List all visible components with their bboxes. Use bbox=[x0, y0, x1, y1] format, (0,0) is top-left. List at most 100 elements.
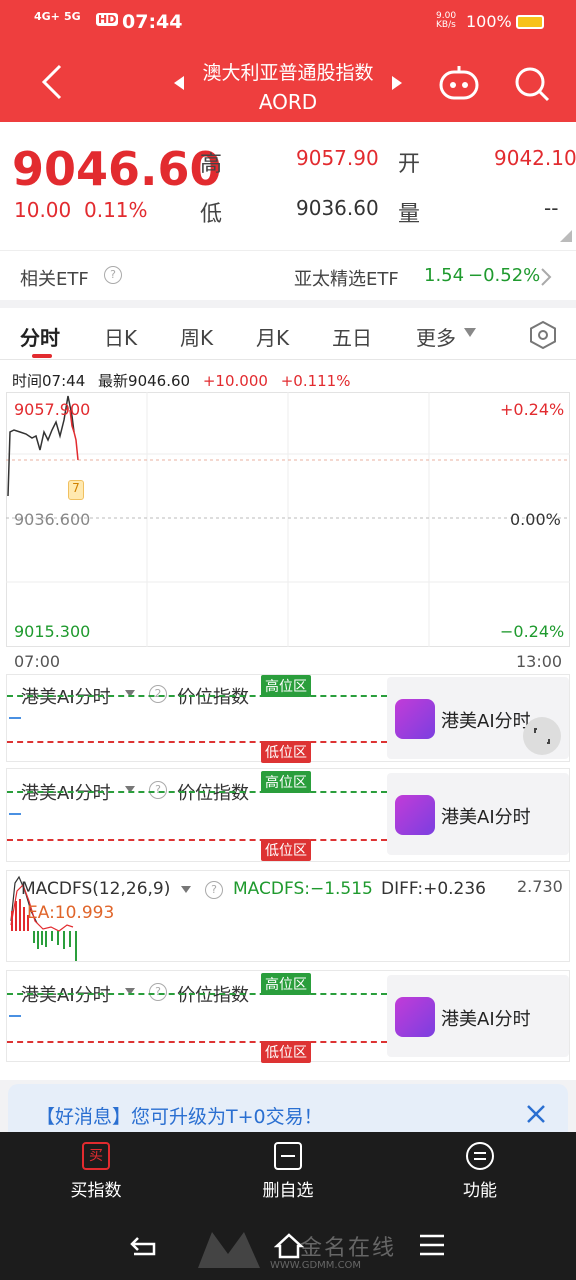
y-axis-bottom: 9015.300 bbox=[14, 622, 91, 641]
network-speed: 9.00 KB/s bbox=[436, 11, 457, 30]
high-zone-tag: 高位区 bbox=[261, 973, 311, 995]
low-zone-line bbox=[7, 1041, 387, 1043]
buy-icon: 买 bbox=[82, 1142, 110, 1170]
functions-button[interactable]: 功能 bbox=[430, 1142, 530, 1201]
remove-label: 删自选 bbox=[262, 1181, 314, 1201]
help-icon[interactable]: ? bbox=[149, 983, 167, 1001]
search-icon[interactable] bbox=[512, 64, 552, 104]
next-arrow-icon[interactable] bbox=[390, 74, 404, 92]
tab-five-day[interactable]: 五日 bbox=[332, 322, 372, 351]
quote-panel: 9046.60 10.00 0.11% 高 9057.90 开 9042.10 … bbox=[0, 122, 576, 250]
ai-logo-icon bbox=[395, 795, 435, 835]
time-label: 时间 bbox=[12, 372, 43, 390]
event-marker[interactable]: 7 bbox=[68, 480, 84, 500]
battery-percent: 100% bbox=[466, 12, 512, 31]
nav-back-icon[interactable] bbox=[128, 1232, 160, 1258]
help-icon[interactable]: ? bbox=[104, 266, 122, 284]
pct-axis-mid: 0.00% bbox=[510, 510, 561, 529]
dropdown-icon bbox=[181, 886, 191, 893]
pct-axis-top: +0.24% bbox=[500, 400, 565, 419]
tab-intraday[interactable]: 分时 bbox=[20, 322, 60, 351]
ai-card-text: 港美AI分时 bbox=[441, 711, 531, 732]
buy-label: 买指数 bbox=[70, 1181, 122, 1201]
etf-price: 1.54 bbox=[424, 265, 465, 286]
low-zone-tag: 低位区 bbox=[261, 741, 311, 763]
battery-icon bbox=[516, 15, 544, 29]
low-value: 9036.60 bbox=[296, 196, 379, 220]
back-arrow-icon[interactable] bbox=[38, 62, 68, 102]
buy-index-button[interactable]: 买 买指数 bbox=[46, 1142, 146, 1201]
latest-value: 9046.60 bbox=[128, 372, 191, 390]
ai-promo-card[interactable]: 港美AI分时 bbox=[387, 975, 569, 1057]
low-zone-tag: 低位区 bbox=[261, 839, 311, 861]
app-header: 澳大利亚普通股指数 AORD bbox=[0, 44, 576, 122]
y-axis-mid: 9036.600 bbox=[14, 510, 91, 529]
tab-more[interactable]: 更多 bbox=[416, 322, 456, 351]
help-icon[interactable]: 2 bbox=[149, 685, 167, 703]
functions-label: 功能 bbox=[463, 1181, 497, 1201]
hd-badge: HD bbox=[96, 13, 119, 26]
ai-signal-mark bbox=[9, 813, 21, 815]
high-label: 高 bbox=[200, 152, 223, 177]
price-change: 10.00 bbox=[14, 198, 72, 222]
settings-hex-icon[interactable] bbox=[528, 320, 558, 350]
ai-signal-mark bbox=[9, 717, 21, 719]
ai-card-text: 港美AI分时 bbox=[441, 1009, 531, 1030]
bottom-action-bar: 买 买指数 删自选 功能 金名在线 WWW.GDMM.COM bbox=[0, 1132, 576, 1280]
fullscreen-icon[interactable] bbox=[523, 717, 561, 755]
ai-promo-card[interactable]: 港美AI分时 bbox=[387, 773, 569, 855]
price-change-pct: 0.11% bbox=[84, 198, 148, 222]
index-code: AORD bbox=[258, 90, 318, 114]
help-icon[interactable]: ? bbox=[205, 881, 223, 899]
latest-label: 最新 bbox=[98, 372, 129, 390]
period-tabs: 分时 日K 周K 月K 五日 更多 bbox=[0, 308, 576, 360]
x-axis-start: 07:00 bbox=[14, 652, 61, 671]
active-tab-indicator bbox=[32, 354, 52, 358]
high-zone-tag: 高位区 bbox=[261, 675, 311, 697]
intraday-chart[interactable] bbox=[6, 392, 570, 648]
chart-area: 时间07:44 最新9046.60 +10.000 +0.111% 9057.9… bbox=[0, 360, 576, 1080]
volume-value: -- bbox=[544, 196, 559, 220]
info-bar: 时间07:44 最新9046.60 +10.000 +0.111% bbox=[12, 370, 350, 391]
prev-arrow-icon[interactable] bbox=[172, 74, 186, 92]
expand-corner-icon[interactable] bbox=[560, 230, 572, 242]
tab-daily[interactable]: 日K bbox=[104, 322, 137, 351]
robot-assistant-icon[interactable] bbox=[438, 64, 480, 102]
ai-panel-2: 港美AI分时 ? 价位指数 高位区 低位区 港美AI分时 bbox=[6, 768, 570, 862]
open-label: 开 bbox=[398, 152, 421, 177]
low-zone-tag: 低位区 bbox=[261, 1041, 311, 1063]
x-axis-end: 13:00 bbox=[516, 652, 563, 671]
remove-watchlist-button[interactable]: 删自选 bbox=[238, 1142, 338, 1201]
ai-card-text: 港美AI分时 bbox=[441, 807, 531, 828]
current-price: 9046.60 bbox=[12, 142, 222, 196]
chevron-right-icon bbox=[541, 268, 552, 286]
ai-signal-mark bbox=[9, 1015, 21, 1017]
minus-box-icon bbox=[274, 1142, 302, 1170]
time-value: 07:44 bbox=[42, 372, 86, 390]
watermark-logo bbox=[198, 1232, 260, 1268]
macd-panel: MACDFS(12,26,9) ? MACDFS:−1.515 DIFF:+0.… bbox=[6, 870, 570, 962]
low-zone-line bbox=[7, 741, 387, 743]
volume-label: 量 bbox=[398, 202, 421, 227]
ai-logo-icon bbox=[395, 699, 435, 739]
low-zone-line bbox=[7, 839, 387, 841]
close-icon[interactable] bbox=[526, 1104, 546, 1124]
nav-menu-icon[interactable] bbox=[418, 1232, 446, 1258]
info-change-pct: +0.111% bbox=[280, 372, 351, 390]
related-etf-row[interactable]: 相关ETF ? 亚太精选ETF 1.54 −0.52% bbox=[0, 250, 576, 300]
tab-monthly[interactable]: 月K bbox=[256, 322, 289, 351]
ai-panel-3: 港美AI分时 ? 价位指数 高位区 低位区 港美AI分时 bbox=[6, 970, 570, 1063]
help-icon[interactable]: ? bbox=[149, 781, 167, 799]
ai-panel-1: 港美AI分时 2 价位指数 高位区 低位区 港美AI分时 bbox=[6, 674, 570, 763]
ea-value: EA:10.993 bbox=[27, 903, 115, 923]
menu-circle-icon bbox=[466, 1142, 494, 1170]
network-4g-label: 4G+ bbox=[34, 10, 60, 23]
macd-scale: 2.730 bbox=[517, 877, 563, 896]
info-change: +10.000 bbox=[202, 372, 268, 390]
high-zone-line bbox=[7, 695, 387, 697]
tab-weekly[interactable]: 周K bbox=[180, 322, 213, 351]
high-zone-tag: 高位区 bbox=[261, 771, 311, 793]
macd-name[interactable]: MACDFS(12,26,9) bbox=[21, 879, 170, 899]
y-axis-top: 9057.900 bbox=[14, 400, 91, 419]
watermark-url: WWW.GDMM.COM bbox=[270, 1260, 362, 1271]
